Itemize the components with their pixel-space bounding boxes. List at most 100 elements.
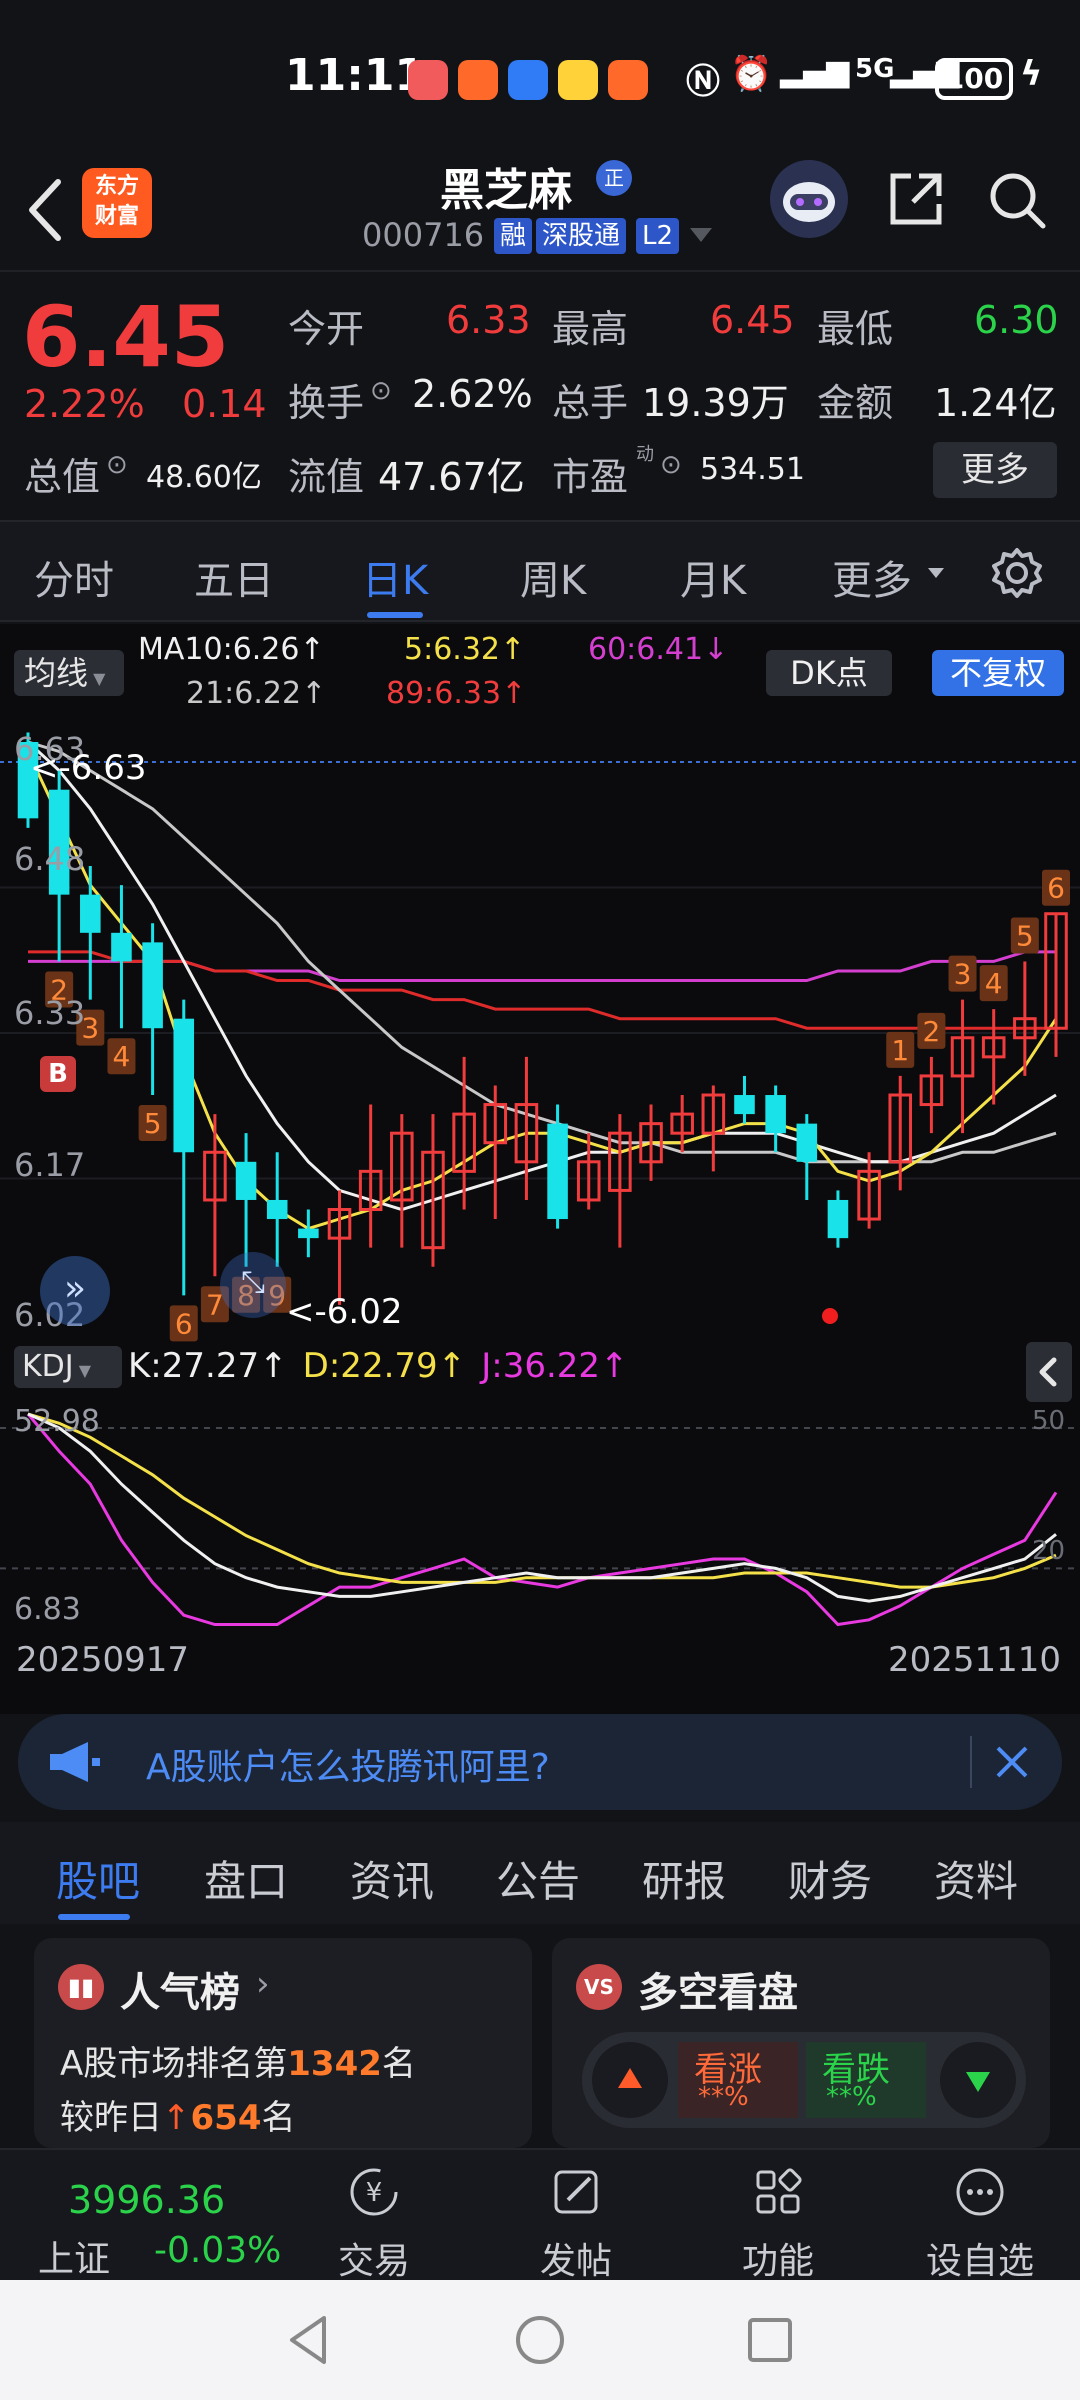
no-adjust-button[interactable]: 不复权: [932, 650, 1064, 696]
ma-selector-button[interactable]: 均线 ▼: [14, 650, 124, 696]
svg-text:¥: ¥: [366, 2178, 383, 2208]
candle-body: [111, 932, 132, 962]
battery-icon: 100: [935, 58, 1013, 100]
back-arrow-icon[interactable]: [20, 170, 70, 250]
tab-profile[interactable]: 资料: [934, 1848, 1018, 1909]
index-name: 上证: [38, 2239, 111, 2280]
close-icon[interactable]: [990, 1740, 1034, 1784]
up-arrow-icon: ↑: [162, 2098, 191, 2138]
buy-signal-marker[interactable]: B: [40, 1056, 76, 1092]
divider: [970, 1736, 972, 1788]
candle-body: [827, 1199, 849, 1239]
ad-text[interactable]: A股账户怎么投腾讯阿里?: [146, 1738, 550, 1790]
indicator-selector-button[interactable]: KDJ ▼: [14, 1346, 122, 1388]
y-axis-label: 6.33: [14, 994, 86, 1032]
kdj-y-label: 52.98: [14, 1404, 100, 1439]
nav-trade[interactable]: ¥ 交易: [274, 2150, 474, 2282]
chevron-down-icon[interactable]: [690, 228, 712, 244]
system-back-icon[interactable]: [280, 2310, 340, 2370]
kdj-d-line: [27, 1412, 1057, 1589]
sequence-number: 4: [985, 967, 1003, 1000]
nav-add-watchlist[interactable]: 设自选: [880, 2150, 1080, 2282]
share-icon[interactable]: [885, 168, 947, 230]
change-percent: 2.22%: [24, 382, 145, 426]
candle-body: [173, 1018, 195, 1153]
info-icon[interactable]: ⊙: [660, 450, 682, 480]
nav-functions[interactable]: 功能: [678, 2150, 878, 2282]
tab-news[interactable]: 资讯: [350, 1848, 434, 1909]
tab-monthly-k[interactable]: 月K: [680, 548, 746, 606]
kdj-d-value: D:22.79↑: [302, 1346, 467, 1386]
sequence-number: 2: [922, 1015, 940, 1048]
high-label: 最高: [552, 307, 629, 351]
megaphone-icon: [50, 1742, 100, 1782]
system-home-icon[interactable]: [510, 2310, 570, 2370]
ma21-legend: 21:6.22↑: [186, 676, 327, 711]
gear-icon[interactable]: [990, 546, 1044, 600]
period-tabs: 分时 五日 日K 周K 月K 更多: [0, 520, 1080, 622]
sequence-number: 6: [175, 1307, 193, 1340]
bull-value: **%: [698, 2082, 749, 2112]
index-ticker[interactable]: 3996.36 上证 -0.03%: [0, 2150, 290, 2282]
kdj-legend: K:27.27↑ D:22.79↑ J:36.22↑: [128, 1346, 629, 1386]
tab-intraday[interactable]: 分时: [34, 548, 114, 606]
amount-label: 金额: [817, 381, 894, 425]
turnover-value: 2.62%: [412, 372, 533, 416]
low-value: 6.30: [974, 298, 1059, 342]
bull-button[interactable]: [592, 2042, 668, 2118]
tab-order-book[interactable]: 盘口: [204, 1848, 288, 1909]
more-quote-button[interactable]: 更多: [933, 442, 1057, 498]
kdj-j-line: [26, 1413, 1058, 1627]
candle-body: [298, 1228, 319, 1239]
candle-body: [734, 1095, 755, 1115]
status-bar: 11:11 Ⓝ ⏰ ▂▄▆ 5G ▂▄▆ 100 ϟ: [0, 0, 1080, 150]
candle-body: [796, 1123, 818, 1162]
bear-button[interactable]: [940, 2042, 1016, 2118]
tab-financials[interactable]: 财务: [788, 1848, 872, 1909]
search-icon[interactable]: [985, 168, 1049, 232]
mktcap-value: 48.60亿: [146, 460, 262, 495]
notification-icon: [508, 60, 548, 100]
info-icon[interactable]: ⊙: [370, 376, 392, 406]
tab-announcements[interactable]: 公告: [496, 1848, 580, 1909]
float-label: 流值: [288, 455, 365, 499]
nav-post[interactable]: 发帖: [476, 2150, 676, 2282]
candlestick-chart[interactable]: 234567 8 9123 456: [0, 724, 1080, 1344]
stock-header: 东方 财富 黑芝麻 正 000716 融 深股通 L2: [0, 150, 1080, 270]
assistant-avatar-icon[interactable]: [770, 160, 848, 238]
kdj-k-value: K:27.27↑: [128, 1346, 288, 1386]
ad-banner[interactable]: A股账户怎么投腾讯阿里?: [18, 1714, 1062, 1810]
long-short-card[interactable]: VS 多空看盘 看涨 **% 看跌 **%: [552, 1938, 1050, 2148]
candle-body: [266, 1199, 288, 1220]
chevron-right-icon: ›: [256, 1964, 270, 2004]
volume-label: 总手: [552, 381, 629, 425]
system-recents-icon[interactable]: [740, 2310, 800, 2370]
dk-point-button[interactable]: DK点: [766, 650, 892, 696]
collapse-panel-button[interactable]: [1026, 1342, 1072, 1402]
kdj-j-value: J:36.22↑: [481, 1346, 629, 1386]
tab-daily-k[interactable]: 日K: [362, 548, 428, 606]
tab-five-day[interactable]: 五日: [194, 548, 274, 606]
status-time: 11:11: [285, 50, 426, 101]
tab-weekly-k[interactable]: 周K: [520, 548, 586, 606]
yuan-icon: ¥: [350, 2168, 398, 2216]
stock-badge: 正: [596, 160, 632, 196]
kdj-chart[interactable]: [0, 1404, 1080, 1644]
kline-chart-area[interactable]: 均线 ▼ MA10:6.26↑ 5:6.32↑ 60:6.41↓ 21:6.22…: [0, 624, 1080, 1714]
info-icon[interactable]: ⊙: [106, 450, 128, 480]
open-label: 今开: [288, 307, 365, 351]
expand-left-icon[interactable]: »: [40, 1256, 110, 1326]
y-axis-label: 6.17: [14, 1146, 86, 1184]
quote-panel: 6.45 2.22% 0.14 今开 6.33 最高 6.45 最低 6.30 …: [0, 270, 1080, 520]
amount-value: 1.24亿: [934, 381, 1057, 425]
kdj-k-line: [27, 1412, 1057, 1603]
tab-research[interactable]: 研报: [642, 1848, 726, 1909]
edit-icon: [554, 2170, 598, 2214]
tab-more[interactable]: 更多: [832, 548, 912, 606]
popularity-card[interactable]: ▮▮ 人气榜 › A股市场排名第1342名 较昨日↑654名: [34, 1938, 532, 2148]
fullscreen-icon[interactable]: ⤡: [220, 1252, 286, 1318]
ma60-legend: 60:6.41↓: [588, 632, 729, 667]
candle-body: [547, 1123, 568, 1220]
tab-forum[interactable]: 股吧: [56, 1848, 140, 1909]
margin-tag: 融: [494, 218, 533, 254]
